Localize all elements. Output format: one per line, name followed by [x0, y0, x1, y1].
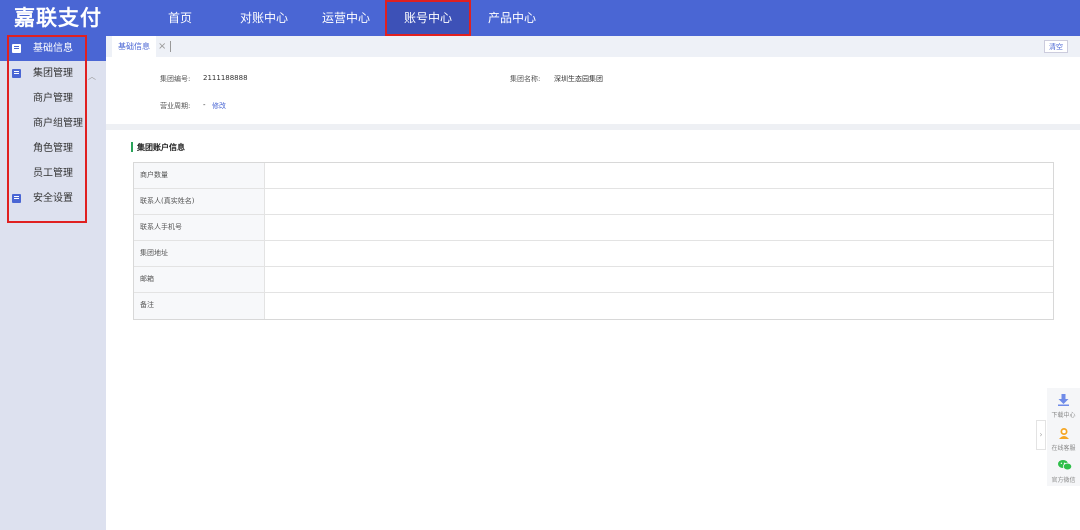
doc-icon — [12, 44, 21, 53]
row-label-group-address: 集团地址 — [134, 241, 265, 266]
brand-logo: 嘉联支付 — [14, 6, 102, 30]
customer-service-icon — [1059, 428, 1069, 439]
row-value-contact-name — [266, 189, 1053, 214]
business-period-label: 营业周期: — [160, 102, 191, 110]
nav-home[interactable]: 首页 — [160, 0, 200, 36]
row-value-contact-phone — [266, 215, 1053, 240]
group-no-value: 2111188888 — [203, 74, 248, 82]
group-name-value: 深圳生态园集团 — [554, 75, 603, 83]
shield-icon — [12, 194, 21, 203]
table-row: 备注 — [134, 293, 1053, 319]
nav-reconciliation-center[interactable]: 对账中心 — [236, 0, 292, 36]
sidebar-item-basic-info[interactable]: 基础信息 — [0, 36, 106, 61]
group-no-label: 集团编号: — [160, 75, 191, 83]
sidebar-item-label: 员工管理 — [33, 168, 73, 179]
table-row: 邮箱 — [134, 267, 1053, 293]
sidebar-item-role-management[interactable]: 角色管理 — [0, 136, 106, 161]
table-row: 商户数量 — [134, 163, 1053, 189]
sidebar-item-label: 集团管理 — [33, 68, 73, 79]
download-icon — [1058, 394, 1069, 406]
tab-divider — [170, 41, 171, 52]
sidebar-item-merchant-management[interactable]: 商户管理 — [0, 86, 106, 111]
float-item-label: 官方微信 — [1051, 477, 1076, 484]
row-label-remarks: 备注 — [134, 293, 265, 319]
nav-operations-center[interactable]: 运营中心 — [318, 0, 374, 36]
row-label-contact-name: 联系人(真实姓名) — [134, 189, 265, 214]
sidebar-item-merchant-group-management[interactable]: 商户组管理 — [0, 111, 106, 136]
list-icon — [12, 69, 21, 78]
row-value-group-address — [266, 241, 1053, 266]
row-value-remarks — [266, 293, 1053, 319]
official-wechat-button[interactable]: 官方微信 — [1047, 455, 1080, 485]
float-item-label: 下载中心 — [1051, 412, 1076, 419]
sidebar-item-label: 商户管理 — [33, 93, 73, 104]
customer-service-button[interactable]: 在线客服 — [1047, 423, 1080, 453]
business-period-value: - — [203, 101, 206, 109]
account-info-table: 商户数量 联系人(真实姓名) 联系人手机号 集团地址 邮箱 备注 — [133, 162, 1054, 320]
close-icon[interactable]: × — [158, 36, 166, 57]
sidebar-item-label: 角色管理 — [33, 143, 73, 154]
clear-tabs-button[interactable]: 清空 — [1044, 40, 1068, 53]
float-tools-panel: 下载中心 在线客服 官方微信 — [1047, 388, 1080, 486]
section-accent-bar — [131, 142, 133, 152]
sidebar-item-security-settings[interactable]: 安全设置 — [0, 186, 106, 211]
row-value-merchant-count — [266, 163, 1053, 188]
nav-account-center[interactable]: 账号中心 — [385, 0, 471, 36]
sidebar-item-label: 安全设置 — [33, 193, 73, 204]
edit-business-period-link[interactable]: 修改 — [212, 101, 226, 111]
account-info-title: 集团账户信息 — [137, 143, 185, 152]
table-row: 集团地址 — [134, 241, 1053, 267]
float-panel-toggle[interactable]: › — [1036, 420, 1046, 450]
top-navbar: 嘉联支付 首页 对账中心 运营中心 账号中心 产品中心 — [0, 0, 1080, 36]
nav-product-center[interactable]: 产品中心 — [484, 0, 540, 36]
sidebar-item-staff-management[interactable]: 员工管理 — [0, 161, 106, 186]
row-label-merchant-count: 商户数量 — [134, 163, 265, 188]
table-row: 联系人手机号 — [134, 215, 1053, 241]
sidebar-item-label: 商户组管理 — [33, 118, 83, 129]
sidebar-item-group-management[interactable]: 集团管理 ︿ — [0, 61, 106, 86]
group-name-label: 集团名称: — [510, 75, 541, 83]
table-row: 联系人(真实姓名) — [134, 189, 1053, 215]
sidebar-item-label: 基础信息 — [33, 43, 73, 54]
download-center-button[interactable]: 下载中心 — [1047, 390, 1080, 420]
row-label-contact-phone: 联系人手机号 — [134, 215, 265, 240]
tab-basic-info[interactable]: 基础信息 — [112, 36, 156, 57]
float-item-label: 在线客服 — [1051, 445, 1076, 452]
row-label-email: 邮箱 — [134, 267, 265, 292]
section-divider — [106, 124, 1080, 130]
tab-strip: 基础信息 × 清空 — [106, 36, 1080, 57]
wechat-icon — [1058, 460, 1072, 471]
row-value-email — [266, 267, 1053, 292]
